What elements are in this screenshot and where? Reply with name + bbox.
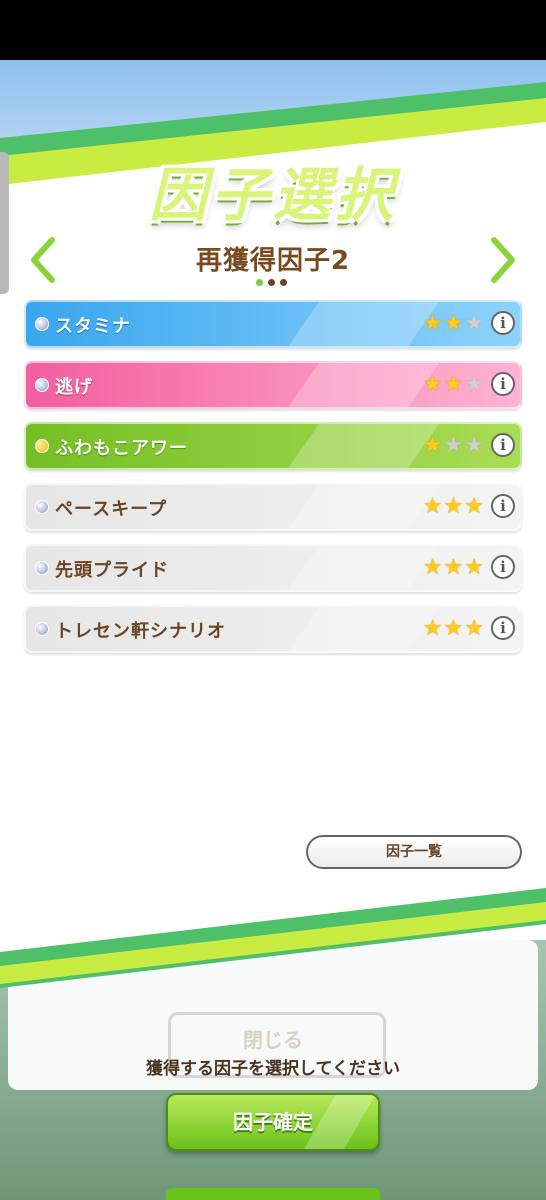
star-icon: ★ (443, 555, 464, 580)
page-dot (268, 279, 275, 286)
factor-row[interactable]: ふわもこアワー ★ ★ ★ i (24, 422, 522, 470)
star-icon: ★ (422, 433, 443, 458)
factor-list-button[interactable]: 因子一覧 (306, 835, 522, 869)
factor-bullet-icon (35, 561, 49, 575)
star-icon: ★ (443, 433, 464, 458)
confirm-factor-button[interactable]: 因子確定 (166, 1093, 380, 1151)
star-icon: ★ (464, 494, 484, 519)
factor-list: スタミナ ★ ★ ★ i 逃げ ★ ★ ★ i ふわもこアワー ★ ★ ★ i ペースキープ ★ ★ ★ i 先頭プライ… (24, 300, 522, 666)
footer-stripes (0, 880, 546, 988)
factor-name: ペースキープ (55, 499, 168, 520)
star-icon: ★ (464, 311, 484, 336)
star-icon: ★ (464, 433, 484, 458)
star-icon: ★ (464, 372, 484, 397)
page-dot (256, 279, 263, 286)
factor-row[interactable]: 先頭プライド ★ ★ ★ i (24, 544, 522, 592)
page-indicator (256, 279, 287, 286)
factor-bullet-icon (35, 622, 49, 636)
selection-prompt: 獲得する因子を選択してください (146, 1059, 400, 1079)
factor-stars: ★ ★ ★ (423, 373, 484, 397)
info-icon[interactable]: i (491, 616, 515, 640)
factor-row[interactable]: トレセン軒シナリオ ★ ★ ★ i (24, 605, 522, 653)
status-bar (0, 0, 546, 60)
star-icon: ★ (443, 494, 464, 519)
star-icon: ★ (443, 616, 464, 641)
star-icon: ★ (422, 372, 443, 397)
page-dot (280, 279, 287, 286)
factor-row[interactable]: スタミナ ★ ★ ★ i (24, 300, 522, 348)
star-icon: ★ (422, 555, 443, 580)
factor-stars: ★ ★ ★ (423, 617, 484, 641)
factor-stars: ★ ★ ★ (423, 434, 484, 458)
factor-bullet-icon (35, 500, 49, 514)
factor-row[interactable]: 逃げ ★ ★ ★ i (24, 361, 522, 409)
info-icon[interactable]: i (491, 433, 515, 457)
factor-name: 先頭プライド (55, 560, 169, 581)
star-icon: ★ (443, 372, 464, 397)
factor-name: 逃げ (55, 377, 93, 398)
factor-row[interactable]: ペースキープ ★ ★ ★ i (24, 483, 522, 531)
factor-bullet-icon (35, 378, 49, 392)
info-icon[interactable]: i (491, 372, 515, 396)
star-icon: ★ (422, 616, 443, 641)
background-close-label: 閉じる (243, 1028, 303, 1052)
star-icon: ★ (464, 616, 484, 641)
background-button-edge (166, 1188, 380, 1200)
factor-name: トレセン軒シナリオ (55, 621, 226, 642)
page-title: 因子選択 (148, 161, 397, 229)
factor-name: スタミナ (55, 316, 131, 337)
star-icon: ★ (422, 311, 443, 336)
info-icon[interactable]: i (491, 555, 515, 579)
factor-stars: ★ ★ ★ (423, 495, 484, 519)
factor-bullet-icon (35, 317, 49, 331)
factor-subtitle: 再獲得因子2 (195, 246, 351, 276)
info-icon[interactable]: i (491, 311, 515, 335)
star-icon: ★ (422, 494, 443, 519)
factor-stars: ★ ★ ★ (423, 312, 484, 336)
factor-name: ふわもこアワー (55, 438, 188, 459)
factor-stars: ★ ★ ★ (423, 556, 484, 580)
info-icon[interactable]: i (491, 494, 515, 518)
star-icon: ★ (464, 555, 484, 580)
factor-bullet-icon (35, 439, 49, 453)
star-icon: ★ (443, 311, 464, 336)
